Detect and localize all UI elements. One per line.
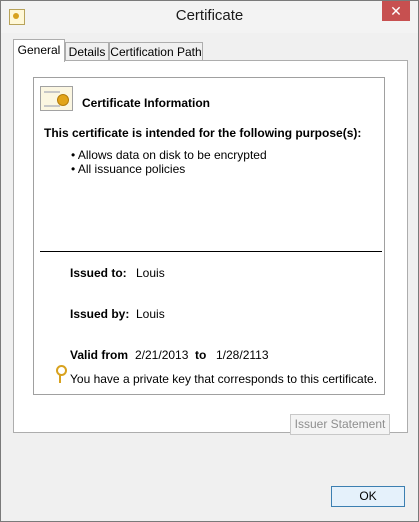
window-title: Certificate [175,7,244,24]
purpose-heading: This certificate is intended for the fol… [44,126,362,140]
certificate-dialog: Certificate ✕ General Details Certificat… [0,0,419,522]
info-title: Certificate Information [82,96,211,110]
valid-from-value: 2/21/2013 [135,348,189,362]
issued-by-value: Louis [136,307,165,321]
valid-to-value: 1/28/2113 [216,348,269,362]
issued-to-value: Louis [136,266,165,280]
private-key-note: You have a private key that corresponds … [70,372,378,386]
general-tab-panel: Certificate Information This certificate… [13,60,408,435]
issued-by-label: Issued by: [70,307,130,321]
tab-details[interactable]: Details [65,42,109,61]
divider [40,251,382,252]
purpose-item: • Allows data on disk to be encrypted [71,148,267,162]
ok-button[interactable]: OK [331,486,405,507]
issuer-statement-button[interactable]: Issuer Statement [290,414,390,435]
tab-certification-path[interactable]: Certification Path [109,42,203,61]
tab-general[interactable]: General [13,39,65,62]
certificate-icon [40,86,73,111]
valid-to-label: to [195,348,207,362]
title-bar: Certificate ✕ [1,1,418,33]
issued-to-label: Issued to: [70,266,127,280]
purpose-item: • All issuance policies [71,162,186,176]
certificate-info-box: Certificate Information This certificate… [33,77,385,395]
valid-from-label: Valid from [70,348,129,362]
key-icon [55,365,67,383]
close-button[interactable]: ✕ [382,1,410,21]
